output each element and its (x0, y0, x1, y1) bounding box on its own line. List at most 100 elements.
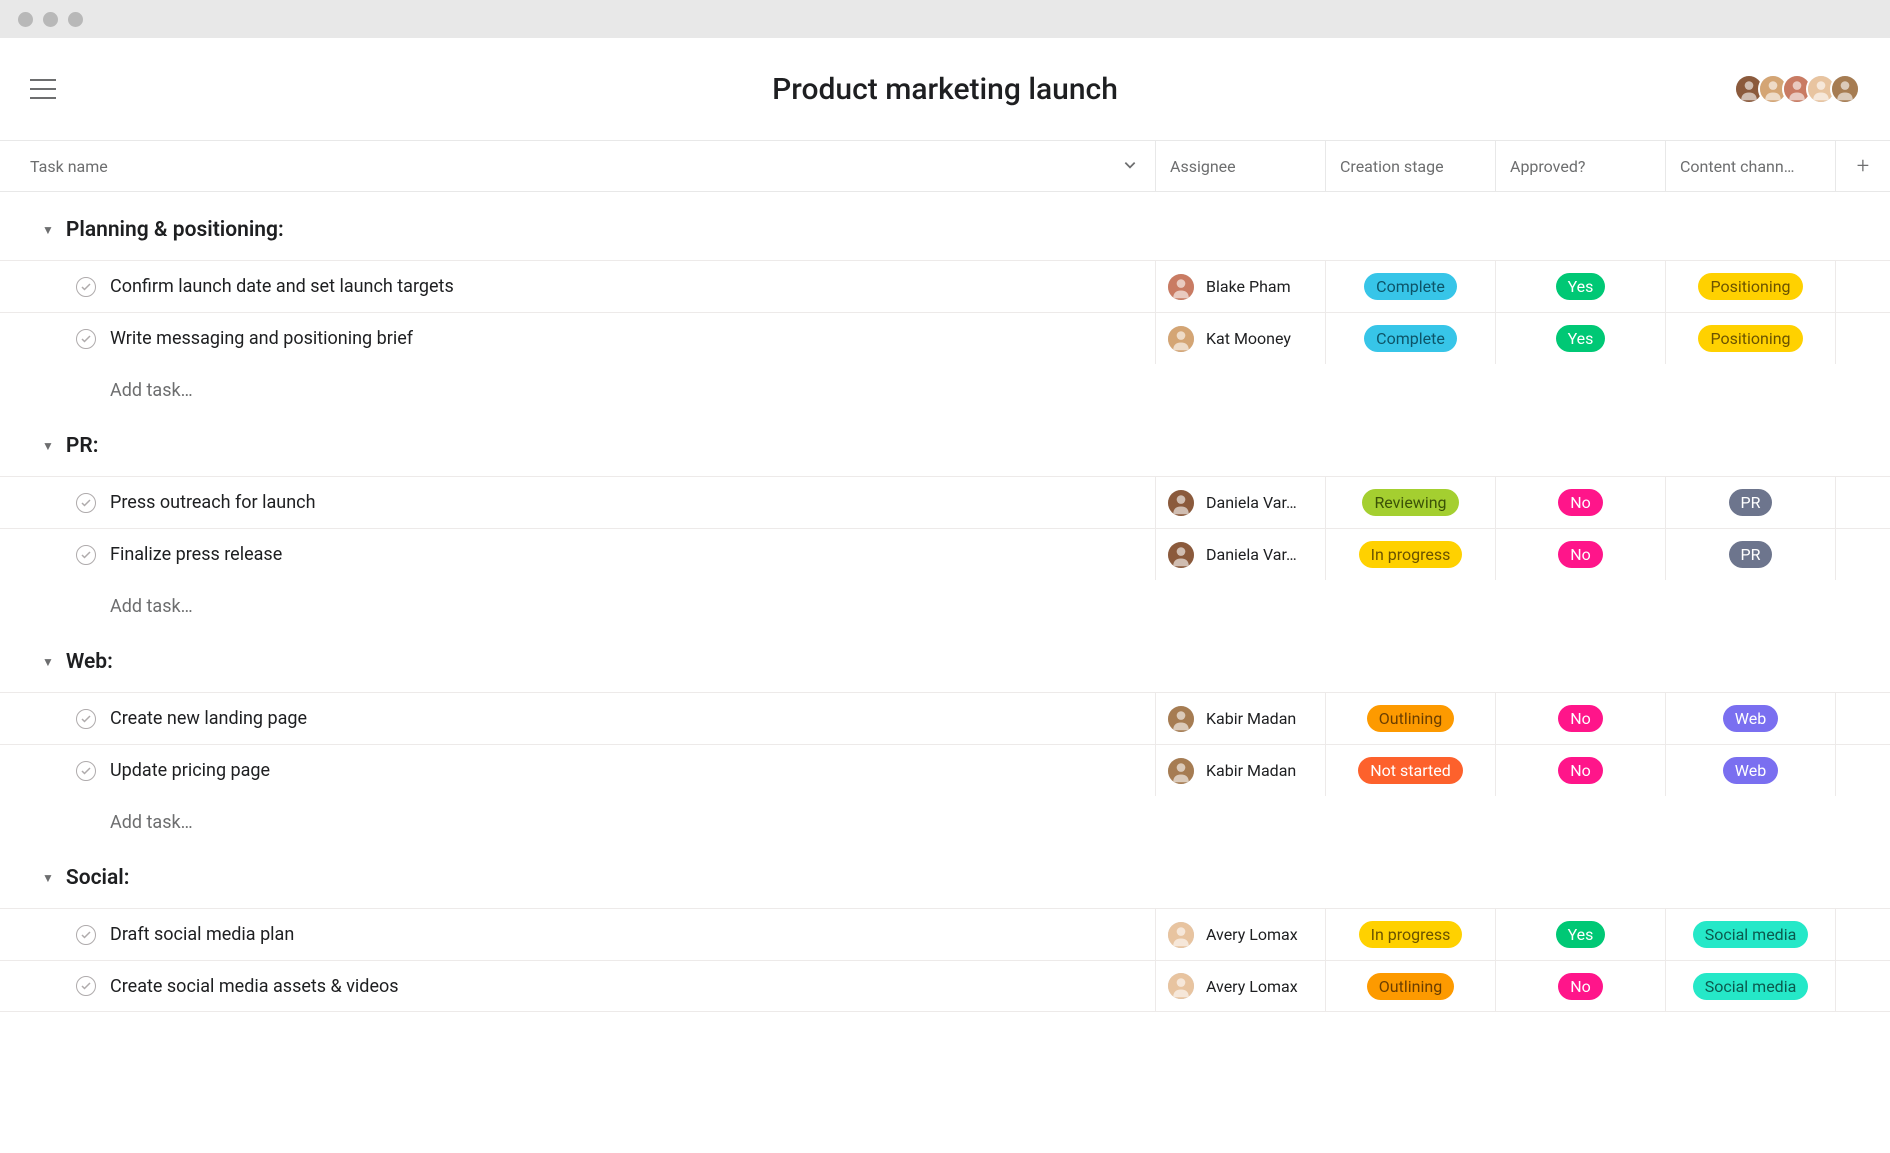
column-header-channel[interactable]: Content chann… (1665, 141, 1835, 191)
pill-complete[interactable]: Complete (1364, 273, 1457, 300)
task-row[interactable]: Update pricing page Kabir Madan Not star… (0, 744, 1890, 796)
channel-cell[interactable]: Positioning (1665, 261, 1835, 312)
task-row[interactable]: Create social media assets & videos Aver… (0, 960, 1890, 1012)
task-row[interactable]: Write messaging and positioning brief Ka… (0, 312, 1890, 364)
pill-pr[interactable]: PR (1729, 489, 1773, 516)
task-main[interactable]: Create new landing page (0, 693, 1155, 744)
complete-task-icon[interactable] (76, 277, 96, 297)
pill-web[interactable]: Web (1723, 705, 1778, 732)
add-task-input[interactable]: Add task… (0, 796, 1890, 848)
pill-no[interactable]: No (1558, 705, 1603, 732)
collapse-triangle-icon[interactable]: ▼ (42, 655, 54, 669)
complete-task-icon[interactable] (76, 709, 96, 729)
pill-reviewing[interactable]: Reviewing (1362, 489, 1458, 516)
pill-no[interactable]: No (1558, 541, 1603, 568)
collapse-triangle-icon[interactable]: ▼ (42, 223, 54, 237)
task-row[interactable]: Draft social media plan Avery Lomax In p… (0, 908, 1890, 960)
channel-cell[interactable]: Positioning (1665, 313, 1835, 364)
pill-outlining[interactable]: Outlining (1367, 973, 1454, 1000)
task-main[interactable]: Draft social media plan (0, 909, 1155, 960)
complete-task-icon[interactable] (76, 329, 96, 349)
channel-cell[interactable]: PR (1665, 529, 1835, 580)
stage-cell[interactable]: Outlining (1325, 961, 1495, 1011)
channel-cell[interactable]: Web (1665, 693, 1835, 744)
approved-cell[interactable]: No (1495, 745, 1665, 796)
stage-cell[interactable]: Complete (1325, 261, 1495, 312)
pill-yes[interactable]: Yes (1556, 921, 1606, 948)
column-header-approved[interactable]: Approved? (1495, 141, 1665, 191)
channel-cell[interactable]: PR (1665, 477, 1835, 528)
approved-cell[interactable]: Yes (1495, 261, 1665, 312)
assignee-cell[interactable]: Kat Mooney (1155, 313, 1325, 364)
member-avatars[interactable] (1740, 74, 1860, 104)
stage-cell[interactable]: In progress (1325, 909, 1495, 960)
task-main[interactable]: Update pricing page (0, 745, 1155, 796)
task-row[interactable]: Press outreach for launch Daniela Var… R… (0, 476, 1890, 528)
task-row[interactable]: Confirm launch date and set launch targe… (0, 260, 1890, 312)
traffic-light-max[interactable] (68, 12, 83, 27)
pill-web[interactable]: Web (1723, 757, 1778, 784)
approved-cell[interactable]: Yes (1495, 313, 1665, 364)
assignee-cell[interactable]: Blake Pham (1155, 261, 1325, 312)
section-header[interactable]: ▼Web: (0, 632, 1890, 692)
assignee-cell[interactable]: Avery Lomax (1155, 961, 1325, 1011)
task-row[interactable]: Finalize press release Daniela Var… In p… (0, 528, 1890, 580)
approved-cell[interactable]: No (1495, 693, 1665, 744)
pill-social media[interactable]: Social media (1693, 973, 1809, 1000)
stage-cell[interactable]: Not started (1325, 745, 1495, 796)
hamburger-menu-icon[interactable] (30, 79, 56, 99)
add-task-input[interactable]: Add task… (0, 364, 1890, 416)
approved-cell[interactable]: Yes (1495, 909, 1665, 960)
assignee-cell[interactable]: Daniela Var… (1155, 529, 1325, 580)
complete-task-icon[interactable] (76, 925, 96, 945)
approved-cell[interactable]: No (1495, 477, 1665, 528)
task-main[interactable]: Press outreach for launch (0, 477, 1155, 528)
pill-social media[interactable]: Social media (1693, 921, 1809, 948)
pill-yes[interactable]: Yes (1556, 273, 1606, 300)
stage-cell[interactable]: Complete (1325, 313, 1495, 364)
column-header-task[interactable]: Task name (0, 141, 1155, 191)
section-header[interactable]: ▼Planning & positioning: (0, 200, 1890, 260)
complete-task-icon[interactable] (76, 545, 96, 565)
complete-task-icon[interactable] (76, 493, 96, 513)
approved-cell[interactable]: No (1495, 961, 1665, 1011)
section-header[interactable]: ▼Social: (0, 848, 1890, 908)
pill-no[interactable]: No (1558, 489, 1603, 516)
pill-not started[interactable]: Not started (1358, 757, 1463, 784)
stage-cell[interactable]: In progress (1325, 529, 1495, 580)
pill-complete[interactable]: Complete (1364, 325, 1457, 352)
assignee-cell[interactable]: Kabir Madan (1155, 745, 1325, 796)
pill-in progress[interactable]: In progress (1359, 921, 1463, 948)
channel-cell[interactable]: Social media (1665, 961, 1835, 1011)
complete-task-icon[interactable] (76, 976, 96, 996)
pill-in progress[interactable]: In progress (1359, 541, 1463, 568)
column-header-stage[interactable]: Creation stage (1325, 141, 1495, 191)
channel-cell[interactable]: Social media (1665, 909, 1835, 960)
pill-outlining[interactable]: Outlining (1367, 705, 1454, 732)
pill-pr[interactable]: PR (1729, 541, 1773, 568)
avatar[interactable] (1830, 74, 1860, 104)
traffic-light-close[interactable] (18, 12, 33, 27)
channel-cell[interactable]: Web (1665, 745, 1835, 796)
add-column-button[interactable]: + (1835, 141, 1890, 191)
complete-task-icon[interactable] (76, 761, 96, 781)
assignee-cell[interactable]: Daniela Var… (1155, 477, 1325, 528)
section-header[interactable]: ▼PR: (0, 416, 1890, 476)
task-main[interactable]: Create social media assets & videos (0, 961, 1155, 1011)
pill-yes[interactable]: Yes (1556, 325, 1606, 352)
add-task-input[interactable]: Add task… (0, 580, 1890, 632)
collapse-triangle-icon[interactable]: ▼ (42, 439, 54, 453)
stage-cell[interactable]: Reviewing (1325, 477, 1495, 528)
task-main[interactable]: Write messaging and positioning brief (0, 313, 1155, 364)
pill-positioning[interactable]: Positioning (1698, 325, 1802, 352)
task-main[interactable]: Confirm launch date and set launch targe… (0, 261, 1155, 312)
pill-no[interactable]: No (1558, 973, 1603, 1000)
collapse-triangle-icon[interactable]: ▼ (42, 871, 54, 885)
chevron-down-icon[interactable] (1123, 157, 1137, 176)
approved-cell[interactable]: No (1495, 529, 1665, 580)
pill-no[interactable]: No (1558, 757, 1603, 784)
assignee-cell[interactable]: Kabir Madan (1155, 693, 1325, 744)
stage-cell[interactable]: Outlining (1325, 693, 1495, 744)
task-row[interactable]: Create new landing page Kabir Madan Outl… (0, 692, 1890, 744)
task-main[interactable]: Finalize press release (0, 529, 1155, 580)
